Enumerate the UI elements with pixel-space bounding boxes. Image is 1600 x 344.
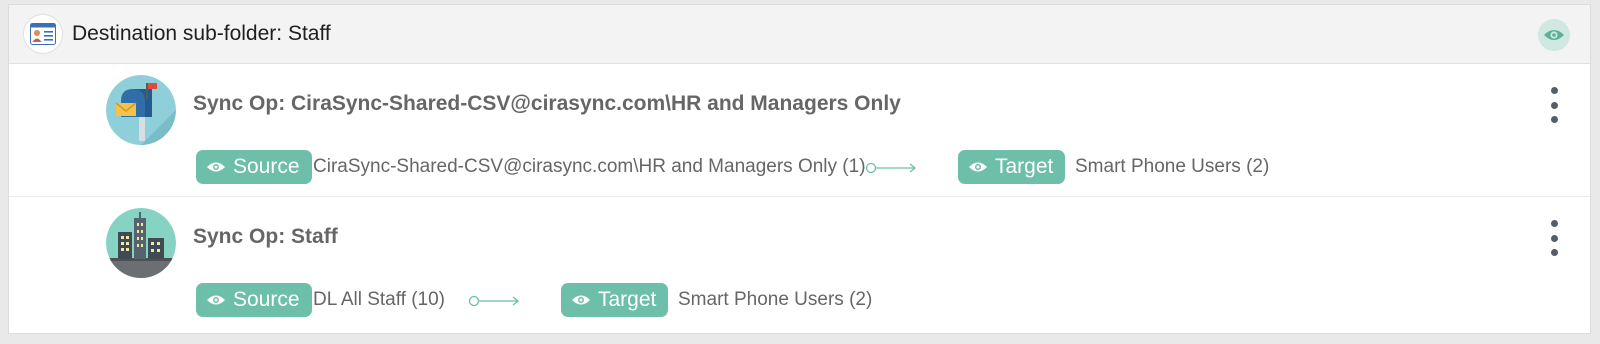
source-label: Source xyxy=(233,288,300,311)
flow-arrow-icon xyxy=(468,295,520,307)
eye-icon xyxy=(572,295,590,305)
contact-card-icon xyxy=(23,14,63,54)
target-button[interactable]: Target xyxy=(561,283,669,317)
more-options-icon[interactable] xyxy=(1548,87,1560,123)
city-buildings-icon xyxy=(106,208,176,278)
folder-title: Destination sub-folder: Staff xyxy=(72,22,331,45)
sync-op-row: Sync Op: CiraSync-Shared-CSV@cirasync.co… xyxy=(9,63,1590,197)
sync-op-title: Sync Op: Staff xyxy=(193,225,338,248)
target-label: Target xyxy=(995,155,1054,178)
target-value: Smart Phone Users (2) xyxy=(1075,156,1270,177)
flow-arrow-icon xyxy=(865,162,917,174)
target-label: Target xyxy=(598,288,657,311)
more-options-icon[interactable] xyxy=(1548,220,1560,256)
target-value: Smart Phone Users (2) xyxy=(678,289,873,310)
source-value: DL All Staff (10) xyxy=(313,289,446,310)
sync-panel: Destination sub-folder: Staff Sync Op: C… xyxy=(8,4,1591,334)
mailbox-icon xyxy=(106,75,176,145)
sync-op-title: Sync Op: CiraSync-Shared-CSV@cirasync.co… xyxy=(193,92,901,115)
folder-header: Destination sub-folder: Staff xyxy=(9,5,1590,64)
sync-op-row: Sync Op: Staff Source DL All Staff (10) … xyxy=(9,196,1590,329)
view-eye-icon[interactable] xyxy=(1538,19,1570,51)
source-button[interactable]: Source xyxy=(196,283,312,317)
eye-icon xyxy=(969,162,987,172)
target-button[interactable]: Target xyxy=(958,150,1066,184)
eye-icon xyxy=(207,295,225,305)
source-label: Source xyxy=(233,155,300,178)
source-button[interactable]: Source xyxy=(196,150,312,184)
source-value: CiraSync-Shared-CSV@cirasync.com\HR and … xyxy=(313,156,866,177)
eye-icon xyxy=(207,162,225,172)
